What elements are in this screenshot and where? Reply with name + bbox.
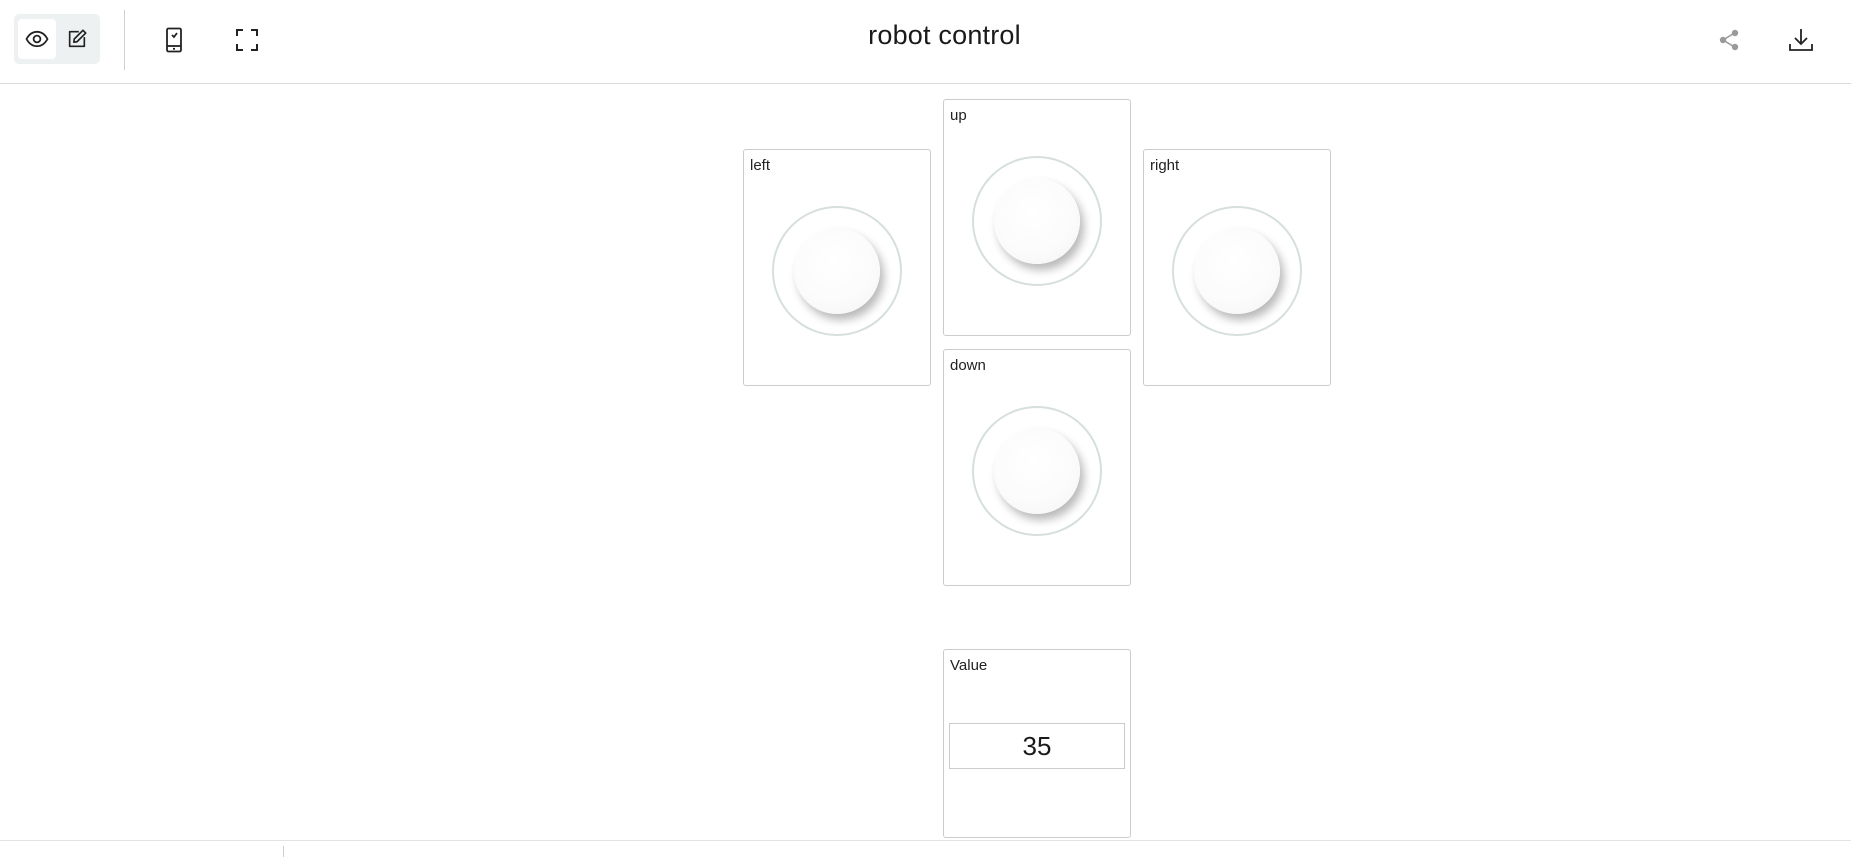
mode-toggle-group [14, 14, 100, 64]
widget-label-up: up [950, 107, 967, 124]
left-button-widget: left [743, 149, 931, 386]
edit-mode-button[interactable] [58, 19, 96, 59]
mobile-preview-button[interactable] [154, 20, 194, 60]
right-button-knob [1194, 228, 1280, 314]
view-mode-button[interactable] [18, 19, 56, 59]
value-display-widget: Value 35 [943, 649, 1131, 838]
down-button-knob [994, 428, 1080, 514]
up-button-widget: up [943, 99, 1131, 336]
widget-label-value: Value [950, 657, 988, 674]
download-button[interactable] [1781, 20, 1821, 60]
share-icon [1719, 29, 1739, 51]
share-button[interactable] [1709, 20, 1749, 60]
widget-label-right: right [1150, 157, 1180, 174]
left-push-button[interactable] [772, 206, 902, 336]
download-icon [1789, 29, 1813, 51]
widget-label-left: left [750, 157, 771, 174]
up-button-knob [994, 178, 1080, 264]
down-push-button[interactable] [972, 406, 1102, 536]
top-toolbar: robot control [0, 0, 1851, 84]
pencil-icon [68, 29, 87, 48]
page-title: robot control [868, 20, 1021, 50]
left-button-knob [794, 228, 880, 314]
fullscreen-icon [236, 29, 258, 51]
widget-label-down: down [950, 357, 986, 374]
bottom-divider [0, 840, 1851, 841]
down-button-widget: down [943, 349, 1131, 586]
eye-icon [25, 30, 49, 48]
mobile-device-icon [166, 27, 182, 53]
bottom-panel-handle[interactable] [283, 846, 284, 857]
up-push-button[interactable] [972, 156, 1102, 286]
fullscreen-button[interactable] [227, 20, 267, 60]
toolbar-divider [124, 10, 125, 70]
right-button-widget: right [1143, 149, 1331, 386]
value-readout: 35 [949, 723, 1125, 769]
right-push-button[interactable] [1172, 206, 1302, 336]
